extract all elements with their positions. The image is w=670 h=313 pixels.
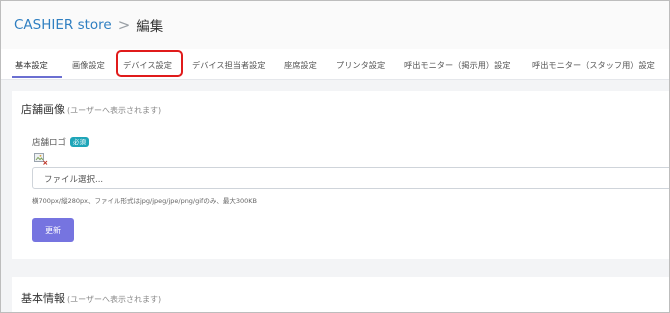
app-window: CASHIER store > 編集 基本設定 画像設定 デバイス設定 デバイス… [0,0,670,313]
tab-printer-settings[interactable]: プリンタ設定 [336,59,385,71]
basic-info-card: 基本情報 (ユーザーへ表示されます) [12,277,669,312]
section-title-basic-info: 基本情報 (ユーザーへ表示されます) [21,290,161,306]
chevron-right-icon: > [117,16,131,34]
update-button[interactable]: 更新 [32,218,74,242]
tab-call-monitor-display-settings[interactable]: 呼出モニター（掲示用）設定 [404,59,510,71]
store-image-card: 店舗画像 (ユーザーへ表示されます) 店舗ロゴ 必須 ファイル選択... 横700… [12,91,669,259]
image-requirements-help: 横700px/縦280px、ファイル形式はjpg/jpeg/jpe/png/gi… [32,197,257,205]
tab-call-monitor-staff-settings[interactable]: 呼出モニター（スタッフ用）設定 [532,59,655,71]
section-title-store-image: 店舗画像 (ユーザーへ表示されます) [21,101,161,117]
device-settings-highlight-box [116,50,183,77]
breadcrumb-store-link[interactable]: CASHIER store [14,17,112,33]
section-title-text: 店舗画像 [21,103,65,116]
settings-tabs: 基本設定 画像設定 デバイス設定 デバイス担当者設定 座席設定 プリンタ設定 呼… [1,49,669,80]
tab-image-settings[interactable]: 画像設定 [72,59,105,71]
tab-basic-settings[interactable]: 基本設定 [15,59,48,71]
section-title-note: (ユーザーへ表示されます) [67,106,162,115]
header: CASHIER store > 編集 [1,1,669,49]
section-title-text: 基本情報 [21,292,65,305]
page-title: 編集 [136,19,164,35]
tab-device-staff-settings[interactable]: デバイス担当者設定 [192,59,265,71]
active-tab-indicator [12,76,62,78]
broken-image-icon [34,153,48,165]
store-logo-label-text: 店舗ロゴ [32,138,67,148]
store-logo-label: 店舗ロゴ 必須 [32,136,90,148]
file-select-placeholder: ファイル選択... [44,175,104,185]
file-select-input[interactable]: ファイル選択... [32,167,669,189]
breadcrumb: CASHIER store > 編集 [14,15,163,35]
tab-seat-settings[interactable]: 座席設定 [284,59,317,71]
required-badge: 必須 [70,137,90,147]
section-title-note: (ユーザーへ表示されます) [67,295,162,304]
